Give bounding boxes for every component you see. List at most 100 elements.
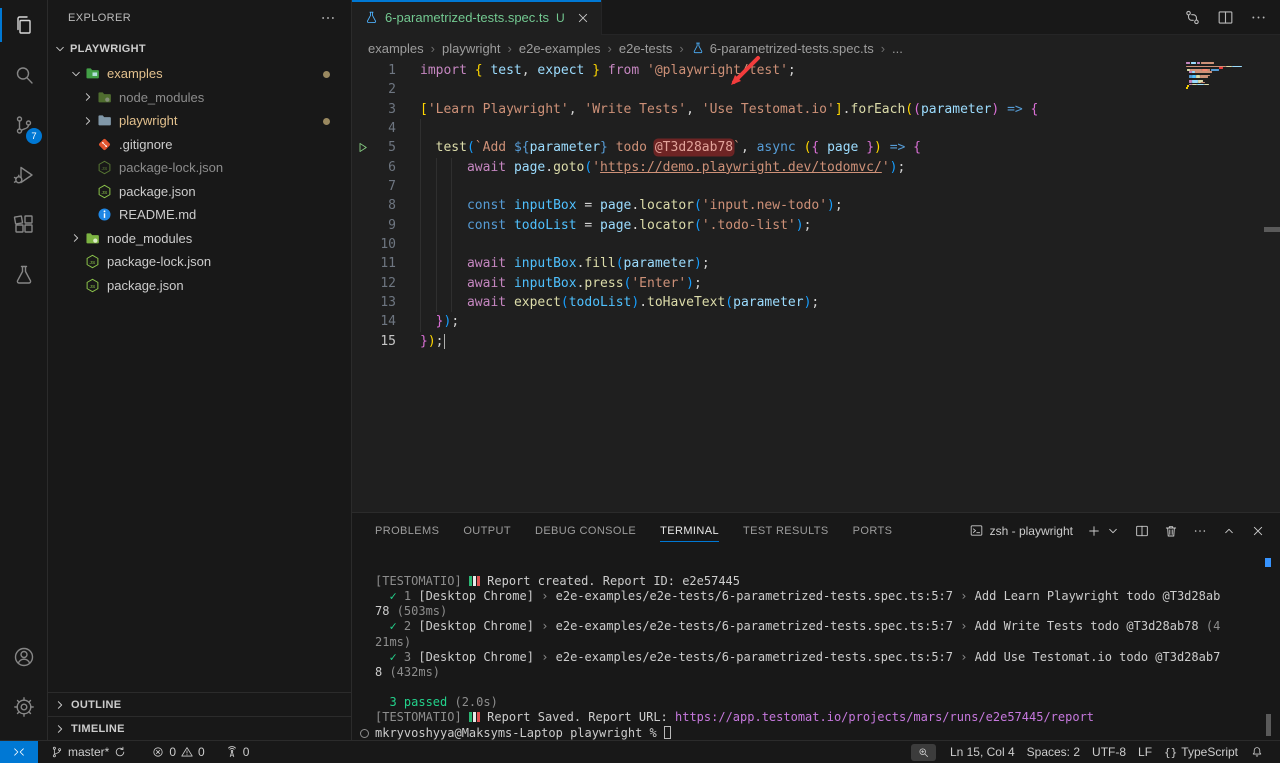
breadcrumb-item[interactable]: playwright (442, 41, 501, 56)
panel-tab-terminal[interactable]: TERMINAL (660, 513, 719, 548)
run-test-play-icon[interactable] (355, 140, 370, 155)
activity-source-control-icon[interactable]: 7 (0, 100, 47, 150)
code-line-1[interactable]: 1import { test, expect } from '@playwrig… (352, 61, 1280, 80)
code-line-11[interactable]: 11 await inputBox.fill(parameter); (352, 254, 1280, 273)
breadcrumb-symbol[interactable]: ... (892, 41, 903, 56)
indent-guide (436, 196, 437, 215)
tree-item-package.json[interactable]: JSpackage.json (48, 180, 351, 204)
folder-node-icon (96, 89, 113, 106)
explorer-more-actions-icon[interactable] (319, 9, 337, 27)
close-tab-icon[interactable] (575, 10, 591, 26)
code-line-4[interactable]: 4 (352, 119, 1280, 138)
code-line-12[interactable]: 12 await inputBox.press('Enter'); (352, 274, 1280, 293)
code-line-3[interactable]: 3['Learn Playwright', 'Write Tests', 'Us… (352, 100, 1280, 119)
npm-icon: JS (84, 277, 101, 294)
activity-run-debug-icon[interactable] (0, 150, 47, 200)
activity-testing-icon[interactable] (0, 250, 47, 300)
tree-item-examples[interactable]: examples (48, 62, 351, 86)
zoom-indicator[interactable] (911, 744, 936, 761)
code-line-10[interactable]: 10 (352, 235, 1280, 254)
breadcrumb-item[interactable]: e2e-tests (619, 41, 672, 56)
panel-tab-output[interactable]: OUTPUT (463, 513, 511, 548)
code-editor[interactable]: 1import { test, expect } from '@playwrig… (352, 61, 1280, 512)
chevron-spacer (68, 277, 84, 293)
split-editor-icon[interactable] (1216, 8, 1235, 27)
activity-search-icon[interactable] (0, 50, 47, 100)
line-number: 13 (352, 293, 396, 312)
panel-tab-problems[interactable]: PROBLEMS (375, 513, 439, 548)
code-line-13[interactable]: 13 await expect(todoList).toHaveText(par… (352, 293, 1280, 312)
code-line-14[interactable]: 14 }); (352, 312, 1280, 331)
panel-tab-ports[interactable]: PORTS (853, 513, 893, 548)
tree-item-.gitignore[interactable]: .gitignore (48, 133, 351, 157)
code-line-9[interactable]: 9 const todoList = page.locator('.todo-l… (352, 216, 1280, 235)
notifications-item[interactable] (1244, 741, 1270, 763)
code-line-6[interactable]: 6 await page.goto('https://demo.playwrig… (352, 158, 1280, 177)
terminal-instance[interactable]: zsh - playwright (969, 523, 1073, 538)
terminal-line: ✓ 1 [Desktop Chrome] › e2e-examples/e2e-… (375, 589, 1262, 604)
panel-tab-test-results[interactable]: TEST RESULTS (743, 513, 829, 548)
indent-guide (420, 254, 421, 273)
open-changes-icon[interactable] (1183, 8, 1202, 27)
activity-settings-icon[interactable] (0, 682, 47, 732)
npm-icon: JS (96, 159, 113, 176)
chevron-right-icon (68, 230, 84, 246)
language-indicator[interactable]: {} TypeScript (1158, 741, 1244, 763)
bar-chart-icon (469, 712, 480, 722)
timeline-section[interactable]: TIMELINE (48, 716, 351, 740)
indent-guide (420, 216, 421, 235)
maximize-panel-icon[interactable] (1221, 523, 1237, 539)
problems-item[interactable]: 0 0 (145, 741, 210, 763)
code-line-8[interactable]: 8 const inputBox = page.locator('input.n… (352, 196, 1280, 215)
panel-more-icon[interactable] (1192, 523, 1208, 539)
indent-guide (451, 177, 452, 196)
tab-6-parametrized-tests[interactable]: 6-parametrized-tests.spec.ts U (352, 0, 602, 35)
tree-item-package.json[interactable]: JSpackage.json (48, 274, 351, 298)
close-panel-icon[interactable] (1250, 523, 1266, 539)
ports-item[interactable]: 0 (219, 741, 256, 763)
terminal-dropdown-icon[interactable] (1105, 523, 1121, 539)
code-line-5[interactable]: 5 test(`Add ${parameter} todo @T3d28ab78… (352, 138, 1280, 157)
line-number: 15 (352, 332, 396, 351)
more-actions-icon[interactable] (1249, 8, 1268, 27)
outline-section[interactable]: OUTLINE (48, 692, 351, 716)
activity-files-icon[interactable] (0, 0, 47, 50)
breadcrumb-separator: › (679, 41, 683, 56)
kill-terminal-icon[interactable] (1163, 523, 1179, 539)
code-line-15[interactable]: 15}); (352, 332, 1280, 351)
ports-count: 0 (243, 745, 250, 759)
breadcrumb-item[interactable]: examples (368, 41, 424, 56)
indent-guide (420, 293, 421, 312)
terminal-output[interactable]: [TESTOMATIO] Report created. Report ID: … (375, 574, 1262, 741)
tree-item-package-lock.json[interactable]: JSpackage-lock.json (48, 250, 351, 274)
activity-extensions-icon[interactable] (0, 200, 47, 250)
chevron-spacer (80, 207, 96, 223)
line-number: 4 (352, 119, 396, 138)
activity-accounts-icon[interactable] (0, 632, 47, 682)
panel-tab-debug-console[interactable]: DEBUG CONSOLE (535, 513, 636, 548)
code-text: const todoList = page.locator('.todo-lis… (420, 216, 811, 235)
split-terminal-icon[interactable] (1134, 523, 1150, 539)
branch-item[interactable]: master* (44, 741, 133, 763)
line-number: 1 (352, 61, 396, 80)
tree-item-README.md[interactable]: README.md (48, 203, 351, 227)
remote-indicator[interactable] (0, 741, 38, 763)
tree-item-package-lock.json[interactable]: JSpackage-lock.json (48, 156, 351, 180)
tree-item-node_modules[interactable]: node_modules (48, 227, 351, 251)
code-line-7[interactable]: 7 (352, 177, 1280, 196)
workspace-name: PLAYWRIGHT (70, 43, 146, 55)
eol-indicator[interactable]: LF (1132, 741, 1158, 763)
encoding-indicator[interactable]: UTF-8 (1086, 741, 1132, 763)
cursor-position[interactable]: Ln 15, Col 4 (944, 741, 1021, 763)
indentation-indicator[interactable]: Spaces: 2 (1021, 741, 1086, 763)
tree-item-label: .gitignore (119, 137, 172, 152)
code-line-2[interactable]: 2 (352, 80, 1280, 99)
workspace-section-header[interactable]: PLAYWRIGHT (52, 38, 146, 60)
tree-item-node_modules[interactable]: node_modules (48, 86, 351, 110)
breadcrumb-item[interactable]: e2e-examples (519, 41, 601, 56)
terminal-scrollbar[interactable] (1266, 714, 1271, 736)
breadcrumb-separator: › (508, 41, 512, 56)
new-terminal-icon[interactable] (1086, 523, 1102, 539)
indent-guide (436, 177, 437, 196)
tree-item-playwright[interactable]: playwright (48, 109, 351, 133)
